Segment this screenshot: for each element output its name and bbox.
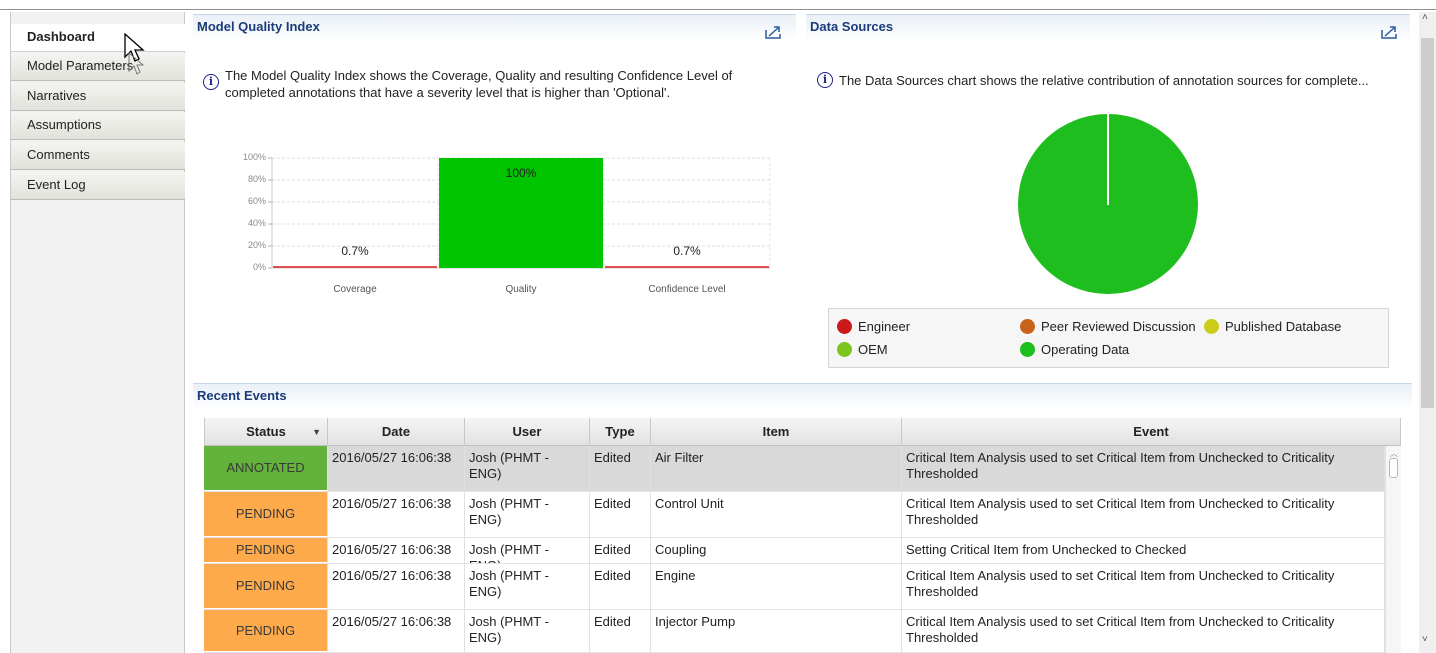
event-cell: Setting Critical Item from Unchecked to … xyxy=(902,538,1385,563)
event-cell: Critical Item Analysis used to set Criti… xyxy=(902,564,1385,609)
legend-swatch xyxy=(1020,342,1035,357)
legend-item-peer-reviewed-discussion: Peer Reviewed Discussion xyxy=(1020,318,1196,336)
status-cell: PENDING xyxy=(204,538,328,563)
status-cell: PENDING xyxy=(204,610,328,652)
scroll-up-arrow-icon[interactable]: ˄ xyxy=(1422,12,1428,23)
column-header-event[interactable]: Event xyxy=(902,418,1401,446)
data-sources-panel-header: Data Sources xyxy=(806,14,1410,42)
table-scrollbar[interactable]: ︿ xyxy=(1385,446,1401,653)
type-cell: Edited xyxy=(590,564,651,609)
date-cell: 2016/05/27 16:06:38 xyxy=(328,538,465,563)
column-header-label: Status xyxy=(246,424,286,439)
user-cell: Josh (PHMT - ENG) xyxy=(465,492,590,537)
data-sources-panel-title: Data Sources xyxy=(810,19,894,34)
y-tick-label: 80% xyxy=(247,174,266,184)
y-tick-label: 100% xyxy=(242,152,266,162)
event-cell: Critical Item Analysis used to set Criti… xyxy=(902,492,1385,537)
column-header-date[interactable]: Date xyxy=(328,418,465,446)
table-row[interactable]: PENDING 2016/05/27 16:06:38 Josh (PHMT - E… xyxy=(204,538,1385,564)
legend-label: Peer Reviewed Discussion xyxy=(1041,319,1196,334)
column-header-status[interactable]: Status ▼ xyxy=(204,418,328,446)
type-cell: Edited xyxy=(590,446,651,491)
info-icon: i xyxy=(817,72,833,88)
user-cell: Josh (PHMT - ENG) xyxy=(465,538,590,563)
legend-swatch xyxy=(837,342,852,357)
type-cell: Edited xyxy=(590,538,651,563)
data-label: 100% xyxy=(505,166,537,180)
data-sources-legend: Engineer Peer Reviewed Discussion Publis… xyxy=(828,308,1389,368)
table-scrollbar-thumb[interactable] xyxy=(1389,458,1398,478)
y-tick-label: 20% xyxy=(247,240,266,250)
legend-swatch xyxy=(1020,319,1035,334)
item-cell: Air Filter xyxy=(651,446,902,491)
table-row[interactable]: PENDING 2016/05/27 16:06:38 Josh (PHMT - E… xyxy=(204,564,1385,610)
legend-item-operating-data: Operating Data xyxy=(1020,341,1129,359)
status-cell: ANNOTATED xyxy=(204,446,328,491)
user-cell: Josh (PHMT - ENG) xyxy=(465,446,590,491)
legend-label: Engineer xyxy=(858,319,911,334)
data-sources-description: The Data Sources chart shows the relativ… xyxy=(839,73,1369,88)
legend-label: Operating Data xyxy=(1041,342,1130,357)
item-cell: Control Unit xyxy=(651,492,902,537)
main-scrollbar-thumb[interactable] xyxy=(1421,38,1434,408)
date-cell: 2016/05/27 16:06:38 xyxy=(328,492,465,537)
y-tick-label: 60% xyxy=(247,196,266,206)
bar-confidence-level xyxy=(605,266,769,268)
category-label: Confidence Level xyxy=(648,284,726,295)
type-cell: Edited xyxy=(590,610,651,652)
column-header-item[interactable]: Item xyxy=(651,418,902,446)
event-cell: Critical Item Analysis used to set Criti… xyxy=(902,446,1385,491)
table-row[interactable]: ANNOTATED 2016/05/27 16:06:38 Josh (PHMT -… xyxy=(204,446,1385,492)
user-cell: Josh (PHMT - ENG) xyxy=(465,610,590,652)
table-row[interactable]: PENDING 2016/05/27 16:06:38 Josh (PHMT - E… xyxy=(204,492,1385,538)
data-sources-pie-chart xyxy=(1018,114,1198,294)
legend-label: OEM xyxy=(858,342,888,357)
data-label: 0.7% xyxy=(341,244,369,258)
item-cell: Injector Pump xyxy=(651,610,902,652)
status-cell: PENDING xyxy=(204,492,328,537)
legend-swatch xyxy=(1204,319,1219,334)
legend-item-engineer: Engineer xyxy=(837,318,910,336)
recent-events-panel-title: Recent Events xyxy=(197,388,287,403)
legend-swatch xyxy=(837,319,852,334)
date-cell: 2016/05/27 16:06:38 xyxy=(328,446,465,491)
y-tick-label: 40% xyxy=(247,218,266,228)
column-header-user[interactable]: User xyxy=(465,418,590,446)
recent-events-panel-header: Recent Events xyxy=(193,383,1412,411)
status-cell: PENDING xyxy=(204,564,328,609)
sort-desc-icon[interactable]: ▼ xyxy=(312,418,321,446)
y-tick-label: 0% xyxy=(252,262,266,272)
legend-label: Published Database xyxy=(1225,319,1342,334)
export-icon[interactable] xyxy=(1381,25,1397,39)
table-row[interactable]: PENDING 2016/05/27 16:06:38 Josh (PHMT - E… xyxy=(204,610,1385,653)
scroll-down-arrow-icon[interactable]: ˅ xyxy=(1422,634,1428,645)
item-cell: Coupling xyxy=(651,538,902,563)
main-scrollbar[interactable]: ˄ ˅ xyxy=(1419,12,1436,653)
date-cell: 2016/05/27 16:06:38 xyxy=(328,564,465,609)
mouse-cursor-trail-icon xyxy=(128,52,145,75)
legend-item-published-database: Published Database xyxy=(1204,318,1341,336)
legend-item-oem: OEM xyxy=(837,341,888,359)
category-label: Coverage xyxy=(333,284,377,295)
data-label: 0.7% xyxy=(673,244,701,258)
user-cell: Josh (PHMT - ENG) xyxy=(465,564,590,609)
date-cell: 2016/05/27 16:06:38 xyxy=(328,610,465,652)
event-cell: Critical Item Analysis used to set Criti… xyxy=(902,610,1385,652)
bar-coverage xyxy=(273,266,437,268)
type-cell: Edited xyxy=(590,492,651,537)
category-label: Quality xyxy=(505,284,537,295)
column-header-type[interactable]: Type xyxy=(590,418,651,446)
item-cell: Engine xyxy=(651,564,902,609)
